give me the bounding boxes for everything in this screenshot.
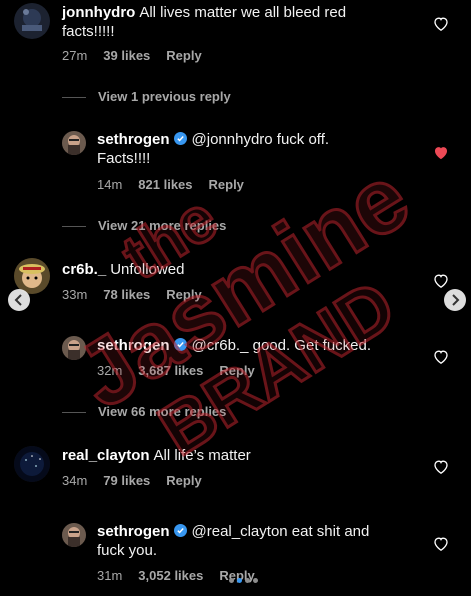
reply-button[interactable]: Reply (166, 473, 201, 488)
comment-text-1: jonnhydro All lives matter we all bleed r… (62, 4, 347, 21)
comment-meta-cr6b: 33m 78 likes Reply (62, 287, 218, 302)
divider (62, 226, 86, 228)
reply-text-2: sethrogen @cr6b._ good. Get fucked. (97, 337, 372, 354)
reply-button[interactable]: Reply (166, 287, 201, 302)
comment-text-1-cont: facts!!!!! (62, 23, 115, 40)
username[interactable]: real_clayton (62, 447, 150, 464)
carousel-dot[interactable] (253, 578, 258, 583)
view-more-replies[interactable]: View 21 more replies (62, 218, 226, 233)
heart-icon[interactable] (433, 459, 449, 474)
chevron-left-icon (14, 294, 22, 306)
likes-count[interactable]: 3,052 likes (138, 568, 203, 583)
carousel-prev-button[interactable] (8, 289, 30, 311)
reply-text-3-cont: fuck you. (97, 542, 158, 559)
reply-button[interactable]: Reply (219, 363, 254, 378)
carousel-dot-active[interactable] (237, 578, 242, 583)
reply-button[interactable]: Reply (166, 48, 201, 63)
username[interactable]: sethrogen (97, 337, 170, 354)
heart-icon[interactable] (433, 273, 449, 288)
likes-count[interactable]: 78 likes (103, 287, 150, 302)
carousel-dot[interactable] (245, 578, 250, 583)
comment-meta-real-clayton: 34m 79 likes Reply (62, 473, 218, 488)
timestamp: 31m (97, 568, 123, 583)
comment-text-real-clayton: real_clayton All life’s matter (62, 447, 251, 464)
divider (62, 97, 86, 99)
carousel-dot[interactable] (229, 578, 234, 583)
avatar-sethrogen[interactable] (62, 131, 86, 155)
verified-badge-icon (173, 132, 187, 145)
view-previous-replies[interactable]: View 1 previous reply (62, 89, 231, 104)
comment-meta-1: 27m 39 likes Reply (62, 48, 218, 63)
comment-text-cr6b: cr6b._ Unfollowed (62, 261, 185, 278)
likes-count[interactable]: 821 likes (138, 177, 192, 192)
username[interactable]: sethrogen (97, 523, 170, 540)
avatar-sethrogen[interactable] (62, 336, 86, 360)
heart-icon[interactable] (433, 349, 449, 364)
avatar-sethrogen[interactable] (62, 523, 86, 547)
likes-count[interactable]: 3,687 likes (138, 363, 203, 378)
timestamp: 32m (97, 363, 123, 378)
heart-filled-icon[interactable] (433, 145, 449, 160)
verified-badge-icon (173, 524, 187, 537)
timestamp: 34m (62, 473, 88, 488)
username[interactable]: sethrogen (97, 131, 170, 148)
reply-button[interactable]: Reply (209, 177, 244, 192)
timestamp: 33m (62, 287, 88, 302)
reply-meta-1: 14m 821 likes Reply (97, 177, 260, 192)
heart-icon[interactable] (433, 16, 449, 31)
reply-text-1-cont: Facts!!!! (97, 150, 151, 167)
avatar-real-clayton[interactable] (14, 446, 50, 482)
reply-text-1: sethrogen @jonnhydro fuck off. (97, 131, 330, 148)
chevron-right-icon (452, 294, 460, 306)
carousel-next-button[interactable] (444, 289, 466, 311)
timestamp: 14m (97, 177, 123, 192)
username[interactable]: jonnhydro (62, 4, 135, 21)
view-more-replies[interactable]: View 66 more replies (62, 404, 226, 419)
verified-badge-icon (173, 338, 187, 351)
username[interactable]: cr6b._ (62, 261, 106, 278)
timestamp: 27m (62, 48, 88, 63)
carousel-dots (229, 578, 258, 583)
reply-text-3: sethrogen @real_clayton eat shit and (97, 523, 370, 540)
heart-icon[interactable] (433, 536, 449, 551)
divider (62, 412, 86, 414)
likes-count[interactable]: 79 likes (103, 473, 150, 488)
likes-count[interactable]: 39 likes (103, 48, 150, 63)
reply-meta-2: 32m 3,687 likes Reply (97, 363, 271, 378)
avatar-jonnhydro[interactable] (14, 3, 50, 39)
